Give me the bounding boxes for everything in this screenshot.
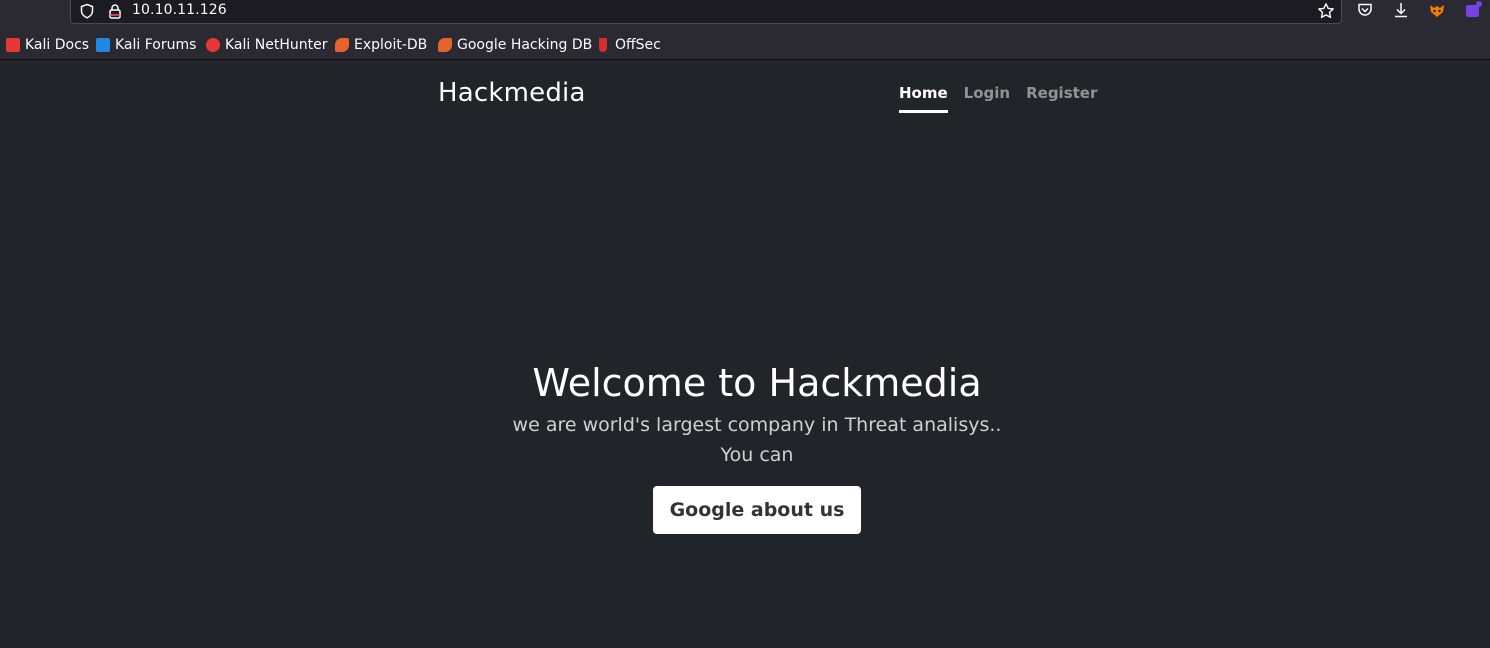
hero-lead-line2: You can (720, 444, 794, 466)
site-brand[interactable]: Hackmedia (438, 78, 586, 108)
bookmark-label: Kali Docs (25, 37, 90, 53)
bookmark-label: Google Hacking DB (457, 37, 593, 53)
nav-link-register[interactable]: Register (1026, 84, 1097, 113)
foxyproxy-icon[interactable] (1428, 1, 1446, 19)
page-content: Hackmedia Home Login Register Welcome to… (0, 61, 1490, 648)
bookmark-kali-docs[interactable]: Kali Docs (6, 36, 89, 54)
bookmark-label: Kali NetHunter (225, 37, 328, 53)
bookmark-star-icon[interactable] (1317, 2, 1335, 20)
lock-icon[interactable] (107, 3, 123, 19)
downloads-icon[interactable] (1392, 1, 1410, 19)
main-nav: Home Login Register (899, 84, 1113, 113)
bookmark-offsec[interactable]: OffSec (596, 36, 661, 54)
bookmark-kali-forums[interactable]: Kali Forums (96, 36, 196, 54)
address-bar[interactable]: 10.10.11.126 (70, 0, 1342, 24)
kali-forums-icon (96, 38, 110, 52)
bookmark-label: OffSec (615, 37, 661, 53)
browser-toolbar: 10.10.11.126 (0, 0, 1490, 28)
pocket-icon[interactable] (1356, 1, 1374, 19)
google-about-us-button[interactable]: Google about us (652, 486, 862, 534)
hero-lead-line1: we are world's largest company in Threat… (512, 414, 1002, 436)
hero-title: Welcome to Hackmedia (532, 361, 982, 405)
bookmark-exploit-db[interactable]: Exploit-DB (335, 36, 427, 54)
offsec-icon (599, 38, 607, 52)
kali-nethunter-icon (206, 38, 220, 52)
nav-link-home[interactable]: Home (899, 84, 948, 113)
shield-icon[interactable] (79, 3, 95, 19)
kali-docs-icon (6, 38, 20, 52)
extension-badge-icon[interactable] (1464, 1, 1482, 19)
exploit-db-icon (335, 38, 349, 52)
bookmark-google-hacking-db[interactable]: Google Hacking DB (438, 36, 592, 54)
hero-section: Welcome to Hackmedia we are world's larg… (0, 356, 1490, 534)
nav-link-login[interactable]: Login (964, 84, 1010, 113)
bookmark-kali-nethunter[interactable]: Kali NetHunter (206, 36, 327, 54)
bookmarks-bar: Kali Docs Kali Forums Kali NetHunter Exp… (0, 28, 1490, 60)
bookmark-label: Kali Forums (115, 37, 197, 53)
url-text[interactable]: 10.10.11.126 (132, 2, 227, 18)
bookmark-label: Exploit-DB (354, 37, 428, 53)
ghdb-icon (438, 38, 452, 52)
